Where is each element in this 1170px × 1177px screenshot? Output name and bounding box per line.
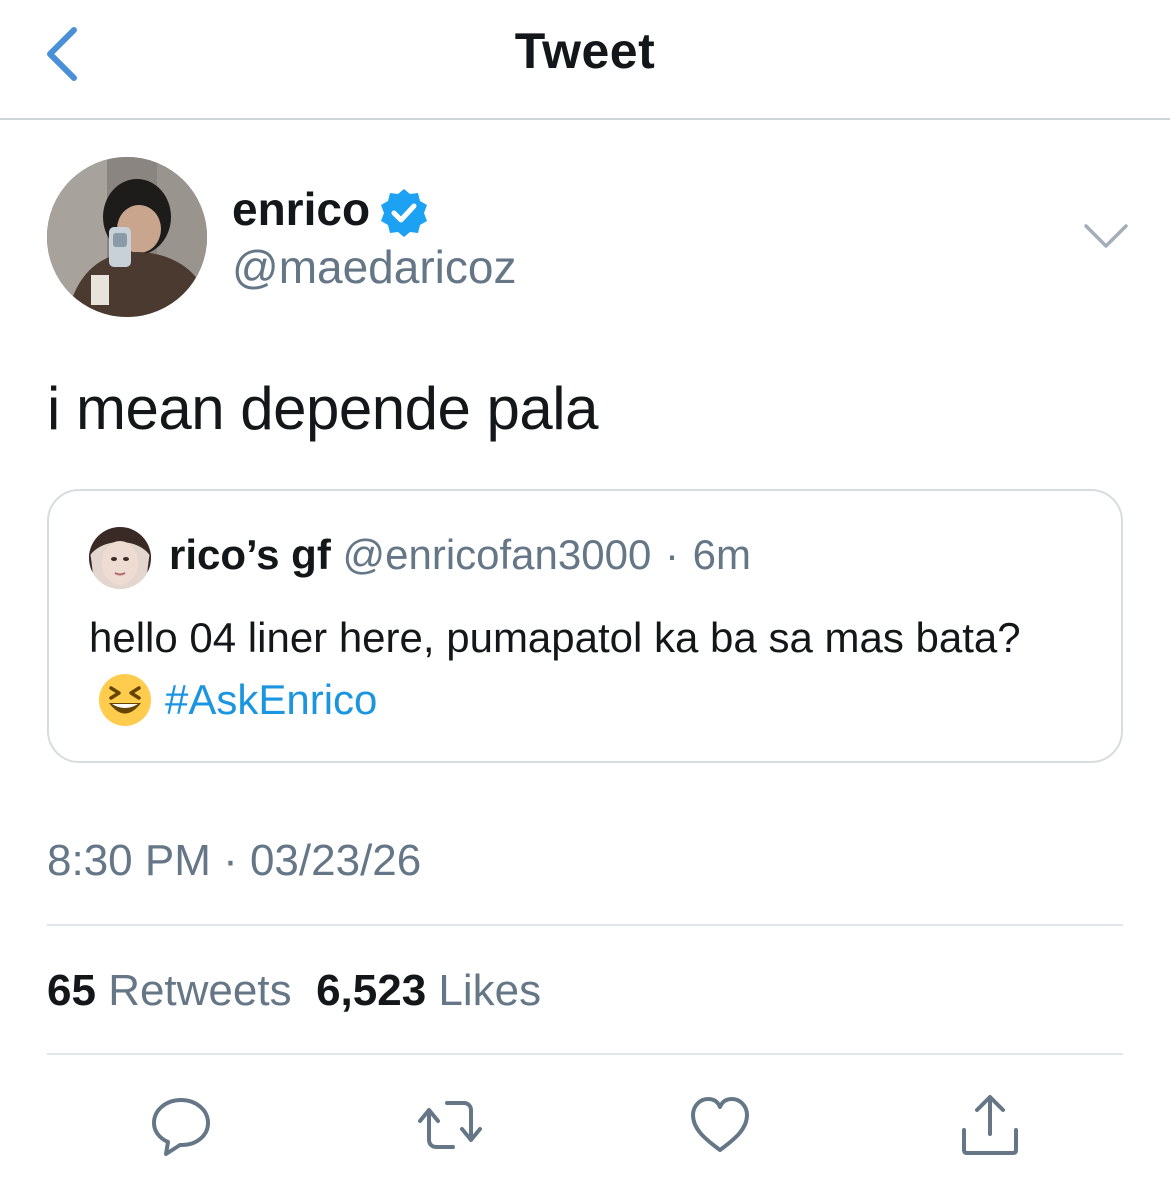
retweets-stat[interactable]: 65 Retweets <box>47 966 292 1015</box>
hashtag-link[interactable]: #AskEnrico <box>165 676 377 723</box>
divider <box>47 924 1123 926</box>
quoted-tweet-time: 6m <box>692 531 752 578</box>
quoted-avatar-image <box>89 527 151 589</box>
share-button[interactable] <box>955 1090 1025 1160</box>
author-name[interactable]: enrico <box>232 182 370 236</box>
like-icon <box>691 1097 749 1152</box>
retweets-count: 65 <box>47 966 96 1015</box>
retweet-icon <box>418 1101 482 1149</box>
quoted-author-handle: @enricofan3000 <box>342 531 652 578</box>
divider <box>47 1053 1123 1055</box>
like-button[interactable] <box>685 1090 755 1160</box>
avatar-image <box>47 157 207 317</box>
author-handle[interactable]: @maedaricoz <box>232 240 516 294</box>
likes-stat[interactable]: 6,523 Likes <box>316 966 541 1015</box>
quoted-author-avatar[interactable] <box>89 527 151 589</box>
chevron-down-icon <box>1084 224 1128 248</box>
quoted-separator: · <box>653 531 691 578</box>
verified-badge-icon <box>377 186 431 240</box>
engagement-stats: 65 Retweets 6,523 Likes <box>47 966 541 1016</box>
quoted-tweet-text: hello 04 liner here, pumapatol ka ba sa … <box>89 607 1089 731</box>
reply-icon <box>152 1098 210 1156</box>
quoted-tweet-header: rico’s gf @enricofan3000 · 6m <box>169 531 751 579</box>
tweet-timestamp: 8:30 PM · 03/23/26 <box>47 836 422 885</box>
retweets-label: Retweets <box>108 966 292 1015</box>
page-title: Tweet <box>514 23 656 79</box>
quoted-tweet-card[interactable]: rico’s gf @enricofan3000 · 6m hello 04 l… <box>47 489 1123 763</box>
share-icon <box>962 1095 1018 1155</box>
likes-label: Likes <box>438 966 542 1015</box>
quoted-tweet-body: hello 04 liner here, pumapatol ka ba sa … <box>89 614 1021 661</box>
reply-button[interactable] <box>146 1090 216 1160</box>
grinning-squinting-face-emoji-icon <box>97 672 153 728</box>
top-bar: Tweet <box>0 0 1170 120</box>
tweet-text: i mean depende pala <box>47 375 598 442</box>
tweet-menu-button[interactable] <box>1080 218 1132 254</box>
likes-count: 6,523 <box>316 966 427 1015</box>
quoted-author-name: rico’s gf <box>169 531 331 578</box>
retweet-button[interactable] <box>415 1090 485 1160</box>
author-avatar[interactable] <box>47 157 207 317</box>
